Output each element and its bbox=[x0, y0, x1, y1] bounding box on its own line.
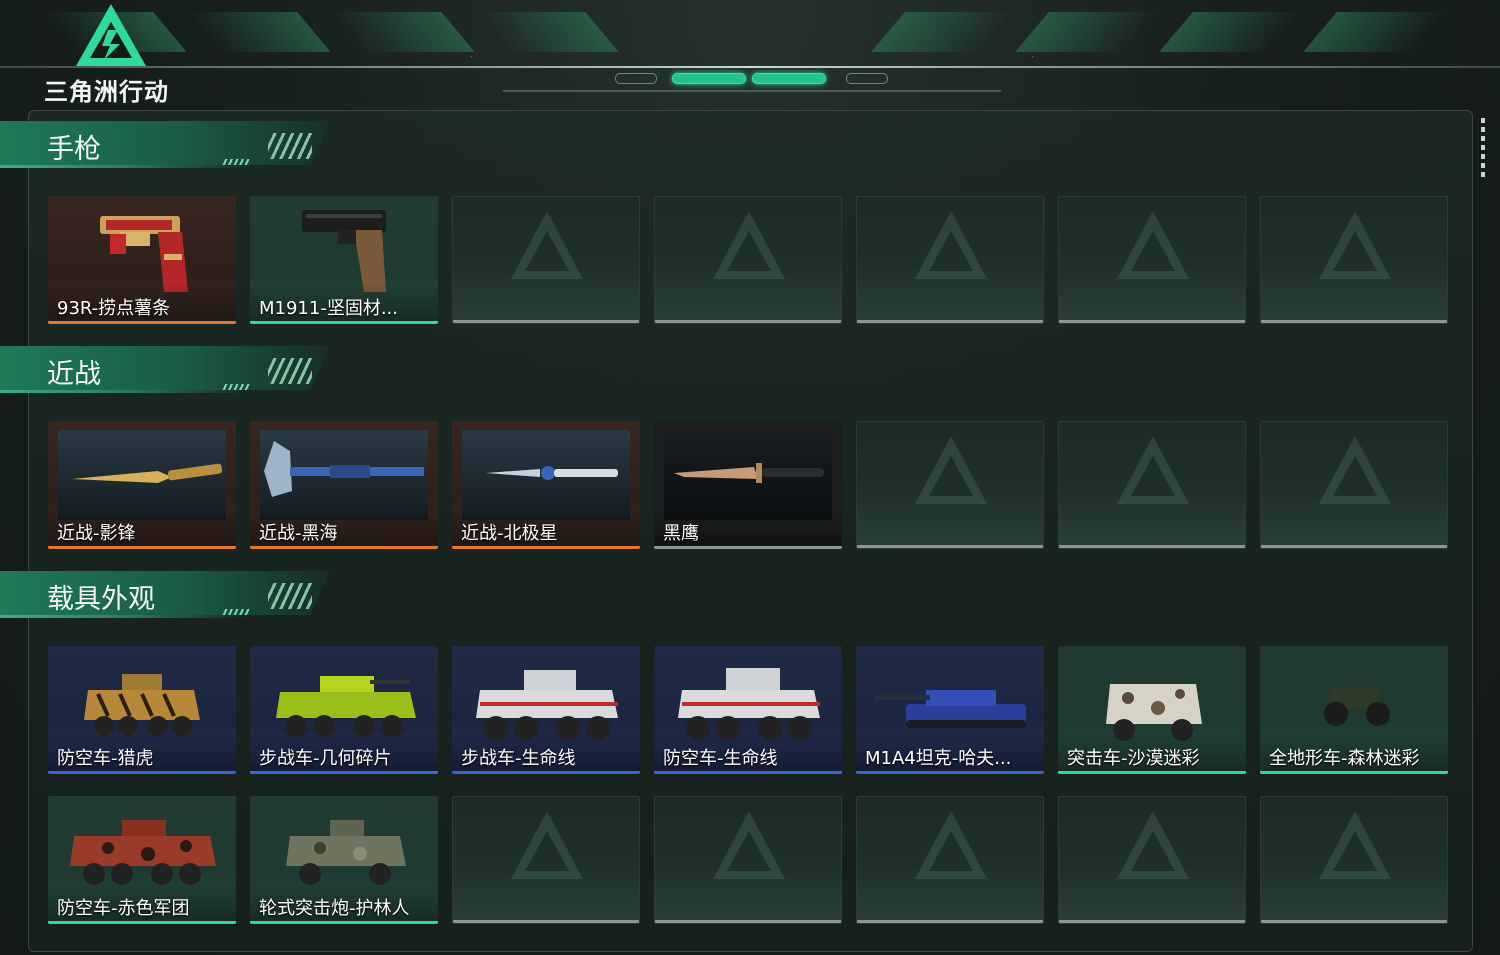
rarity-bar bbox=[48, 771, 236, 774]
page-indicator-4[interactable] bbox=[846, 73, 888, 84]
rarity-bar bbox=[1260, 771, 1448, 774]
item-card[interactable]: 全地形车-森林迷彩 bbox=[1260, 646, 1448, 774]
page-indicator-3[interactable] bbox=[752, 73, 826, 84]
delta-watermark-icon bbox=[511, 811, 583, 879]
empty-slot bbox=[452, 196, 640, 324]
section-title: 载具外观 bbox=[47, 584, 155, 615]
empty-slot bbox=[856, 796, 1044, 924]
rarity-bar bbox=[452, 771, 640, 774]
rarity-bar bbox=[250, 921, 438, 924]
section-header-pistol: 手枪 bbox=[0, 121, 340, 173]
item-card[interactable]: 黑鹰 bbox=[654, 421, 842, 549]
item-card[interactable]: M1A4坦克-哈夫... bbox=[856, 646, 1044, 774]
empty-slot bbox=[856, 421, 1044, 549]
item-label: 93R-捞点薯条 bbox=[57, 298, 171, 319]
empty-slot bbox=[856, 196, 1044, 324]
item-label: 近战-影锋 bbox=[57, 523, 136, 544]
rarity-bar bbox=[48, 921, 236, 924]
empty-slot bbox=[452, 796, 640, 924]
item-card[interactable]: 突击车-沙漠迷彩 bbox=[1058, 646, 1246, 774]
item-label: 全地形车-森林迷彩 bbox=[1269, 748, 1420, 769]
item-card[interactable]: 近战-影锋 bbox=[48, 421, 236, 549]
empty-slot bbox=[1260, 421, 1448, 549]
app-logo: 三角洲行动 bbox=[44, 2, 184, 106]
empty-slot bbox=[654, 796, 842, 924]
item-label: 防空车-赤色军团 bbox=[57, 898, 190, 919]
delta-watermark-icon bbox=[1319, 436, 1391, 504]
rarity-bar bbox=[250, 321, 438, 324]
rarity-bar bbox=[48, 546, 236, 549]
item-card[interactable]: 防空车-赤色军团 bbox=[48, 796, 236, 924]
item-label: 突击车-沙漠迷彩 bbox=[1067, 748, 1200, 769]
empty-slot bbox=[1058, 421, 1246, 549]
rarity-bar bbox=[654, 546, 842, 549]
delta-watermark-icon bbox=[511, 211, 583, 279]
section-header-melee: 近战 bbox=[0, 346, 340, 398]
rarity-bar bbox=[452, 546, 640, 549]
section-title: 手枪 bbox=[47, 134, 101, 165]
item-label: 轮式突击炮-护林人 bbox=[259, 898, 410, 919]
page-indicator-2[interactable] bbox=[672, 73, 746, 84]
item-label: M1A4坦克-哈夫... bbox=[865, 748, 1012, 769]
top-header: 三角洲行动 bbox=[0, 0, 1500, 106]
empty-slot bbox=[1058, 796, 1246, 924]
item-card[interactable]: 步战车-几何碎片 bbox=[250, 646, 438, 774]
item-card[interactable]: 防空车-猎虎 bbox=[48, 646, 236, 774]
item-label: M1911-坚固材... bbox=[259, 298, 398, 319]
item-card[interactable]: M1911-坚固材... bbox=[250, 196, 438, 324]
section-header-vehicle: 载具外观 bbox=[0, 571, 340, 623]
item-card[interactable]: 步战车-生命线 bbox=[452, 646, 640, 774]
delta-watermark-icon bbox=[1319, 811, 1391, 879]
empty-slot bbox=[654, 196, 842, 324]
item-label: 近战-北极星 bbox=[461, 523, 558, 544]
item-label: 近战-黑海 bbox=[259, 523, 338, 544]
item-card[interactable]: 防空车-生命线 bbox=[654, 646, 842, 774]
empty-slot bbox=[1260, 196, 1448, 324]
rarity-bar bbox=[1058, 771, 1246, 774]
header-stripes-right bbox=[871, 12, 1447, 52]
rarity-bar bbox=[48, 321, 236, 324]
item-label: 步战车-生命线 bbox=[461, 748, 576, 769]
delta-watermark-icon bbox=[1117, 436, 1189, 504]
page-indicator-1[interactable] bbox=[615, 73, 657, 84]
item-card[interactable]: 近战-黑海 bbox=[250, 421, 438, 549]
item-label: 黑鹰 bbox=[663, 523, 699, 544]
item-label: 防空车-猎虎 bbox=[57, 748, 154, 769]
item-card[interactable]: 93R-捞点薯条 bbox=[48, 196, 236, 324]
panel-scroll-handle[interactable] bbox=[1481, 118, 1485, 178]
empty-slot bbox=[1260, 796, 1448, 924]
delta-watermark-icon bbox=[915, 811, 987, 879]
delta-watermark-icon bbox=[1319, 211, 1391, 279]
item-card[interactable]: 轮式突击炮-护林人 bbox=[250, 796, 438, 924]
item-card[interactable]: 近战-北极星 bbox=[452, 421, 640, 549]
empty-slot bbox=[1058, 196, 1246, 324]
delta-watermark-icon bbox=[713, 811, 785, 879]
rarity-bar bbox=[856, 771, 1044, 774]
section-title: 近战 bbox=[47, 359, 101, 390]
app-logo-text: 三角洲行动 bbox=[44, 78, 169, 106]
delta-watermark-icon bbox=[1117, 211, 1189, 279]
rarity-bar bbox=[250, 771, 438, 774]
delta-watermark-icon bbox=[1117, 811, 1189, 879]
rarity-bar bbox=[654, 771, 842, 774]
item-label: 防空车-生命线 bbox=[663, 748, 778, 769]
delta-watermark-icon bbox=[915, 436, 987, 504]
delta-watermark-icon bbox=[915, 211, 987, 279]
item-label: 步战车-几何碎片 bbox=[259, 748, 392, 769]
delta-triangle-icon bbox=[76, 4, 146, 66]
rarity-bar bbox=[250, 546, 438, 549]
delta-watermark-icon bbox=[713, 211, 785, 279]
